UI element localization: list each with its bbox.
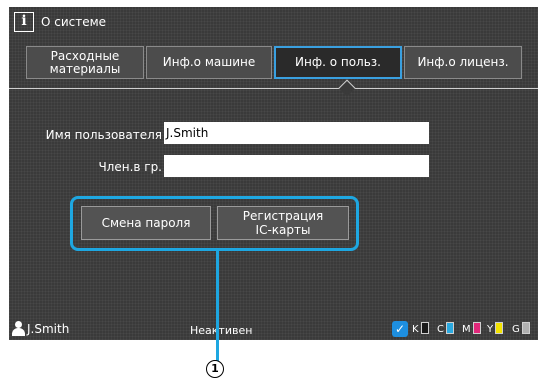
status-user: J.Smith <box>27 322 70 336</box>
page-title: О системе <box>41 15 107 29</box>
ink-y: Y <box>487 322 504 335</box>
callout-line <box>216 250 219 362</box>
ink-drop-icon: ✓ <box>392 321 408 337</box>
ink-m: M <box>462 322 481 335</box>
tab-bar: Расходные материалы Инф.о машине Инф. о … <box>26 46 538 79</box>
tab-user-info[interactable]: Инф. о польз. <box>274 46 402 79</box>
callout-number: 1 <box>206 360 224 378</box>
header: i О системе <box>9 7 538 37</box>
status-state: Неактивен <box>190 324 253 337</box>
callout-highlight: Смена пароля Регистрация IC-карты <box>70 196 359 251</box>
info-icon: i <box>14 12 34 32</box>
tab-license-info[interactable]: Инф.о лиценз. <box>404 46 522 79</box>
tab-consumables[interactable]: Расходные материалы <box>26 46 144 79</box>
register-ic-card-button[interactable]: Регистрация IC-карты <box>217 206 349 240</box>
group-label: Член.в гр. <box>98 160 162 174</box>
ink-g: G <box>512 322 530 335</box>
status-bar: J.Smith Неактивен ✓ K C M Y G <box>9 319 538 340</box>
active-tab-pointer <box>338 79 356 97</box>
tab-machine-info[interactable]: Инф.о машине <box>146 46 272 79</box>
ink-k: K <box>412 322 429 335</box>
tab-divider <box>9 88 538 89</box>
username-label: Имя пользователя <box>45 128 162 142</box>
user-icon <box>12 321 25 336</box>
ink-c: C <box>437 322 454 335</box>
change-password-button[interactable]: Смена пароля <box>81 206 211 240</box>
control-panel-screen: i О системе Расходные материалы Инф.о ма… <box>9 7 538 340</box>
username-field: J.Smith <box>164 122 429 144</box>
group-field <box>164 155 429 177</box>
